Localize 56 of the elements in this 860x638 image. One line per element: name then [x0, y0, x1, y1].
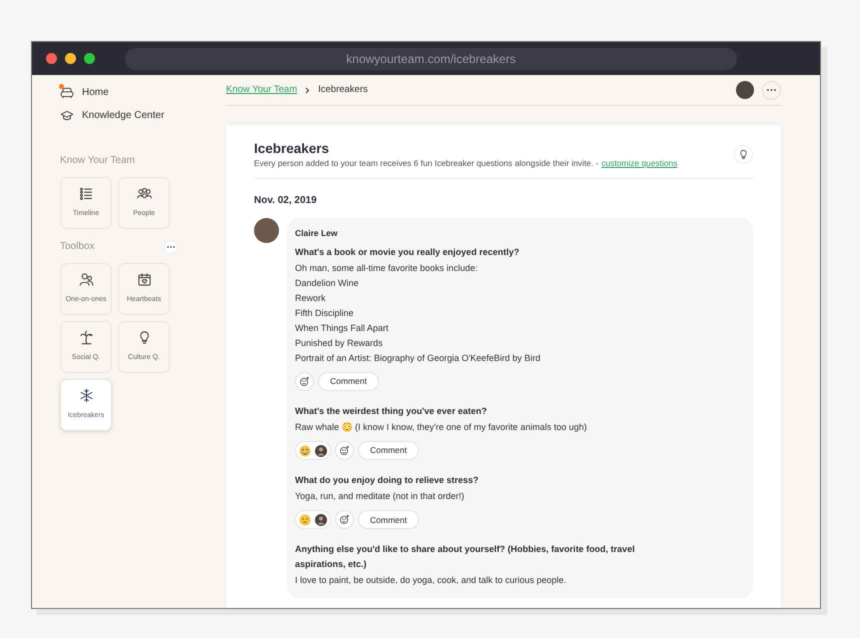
checklist-icon [78, 186, 94, 202]
question: What's the weirdest thing you've ever eaten? [295, 405, 488, 418]
user-avatar-icon [315, 514, 327, 526]
customize-link[interactable]: customize questions [602, 158, 678, 168]
section-title: Toolbox [60, 240, 94, 254]
answer-line: When Things Fall Apart [295, 322, 390, 335]
question: What's a book or movie you really enjoyed recently? [295, 246, 520, 259]
user-avatar[interactable] [736, 81, 754, 99]
sofa-icon [60, 86, 74, 100]
author-name: Claire Lew [295, 226, 339, 240]
answer-line: Oh man, some all-time favorite books include: [295, 262, 479, 275]
breadcrumb-current: Icebreakers [318, 82, 368, 97]
answer-line: Portrait of an Artist: Biography of Georgia O'KeefeBird by Bird [295, 352, 542, 366]
smiley-plus-icon [299, 376, 310, 388]
comment-button[interactable]: Comment [318, 372, 379, 392]
answer-line: Fifth Discipline [295, 306, 355, 320]
lightbulb-icon [738, 149, 749, 160]
add-reaction-button[interactable] [295, 372, 314, 392]
page-description: Every person added to your team receives 6 fun Icebreaker questions alongside their invite. - customize questions [254, 157, 678, 170]
answer-line: I love to paint, be outside, do yoga, cook, and talk to curious people. [295, 574, 568, 588]
reaction-pill[interactable] [295, 441, 331, 460]
question: What do you enjoy doing to relieve stress? [295, 474, 480, 488]
chevron-icon [305, 86, 310, 94]
more-button[interactable] [762, 80, 781, 100]
reaction-pill[interactable] [295, 510, 331, 530]
answer-line: Punished by Rewards [295, 337, 384, 350]
user-avatar-icon [315, 444, 327, 457]
close-window-button[interactable] [46, 53, 57, 64]
snowflake-icon [78, 388, 94, 404]
answer-line: Yoga, run, and meditate (not in that order!) [295, 490, 466, 504]
author-avatar [254, 218, 279, 243]
question: Anything else you'd like to share about yourself? (Hobbies, favorite food, travel aspirations, etc.) [295, 543, 636, 572]
smiley-plus-icon [339, 445, 350, 456]
maximize-window-button[interactable] [84, 53, 95, 64]
page-title: Icebreakers [254, 141, 330, 158]
two-people-icon [78, 272, 94, 288]
add-reaction-button[interactable] [335, 441, 354, 460]
graduation-cap-icon [60, 108, 74, 122]
nav-item[interactable]: Knowledge Center [60, 104, 226, 127]
answer-line: Dandelion Wine [295, 276, 360, 290]
date-heading: Nov. 02, 2019 [254, 194, 318, 208]
breadcrumb-link[interactable]: Know Your Team [226, 82, 298, 98]
section-title: Know Your Team [60, 154, 135, 168]
palm-tree-icon [78, 330, 94, 346]
comment-button[interactable]: Comment [358, 441, 419, 460]
crying-face-icon [299, 444, 311, 457]
comment-button[interactable]: Comment [358, 510, 419, 530]
nav-item[interactable]: Home [60, 81, 226, 104]
answer-line: Raw whale 😳 (I know I know, they're one of my favorite animals too ugh) [295, 421, 588, 434]
group-icon [136, 186, 152, 202]
add-reaction-button[interactable] [335, 510, 354, 530]
minimize-window-button[interactable] [65, 53, 76, 64]
answer-line: Rework [295, 292, 327, 305]
tips-button[interactable] [734, 145, 753, 164]
address-bar[interactable]: knowyourteam.com/icebreakers [125, 48, 737, 70]
smiley-plus-icon [339, 514, 350, 526]
